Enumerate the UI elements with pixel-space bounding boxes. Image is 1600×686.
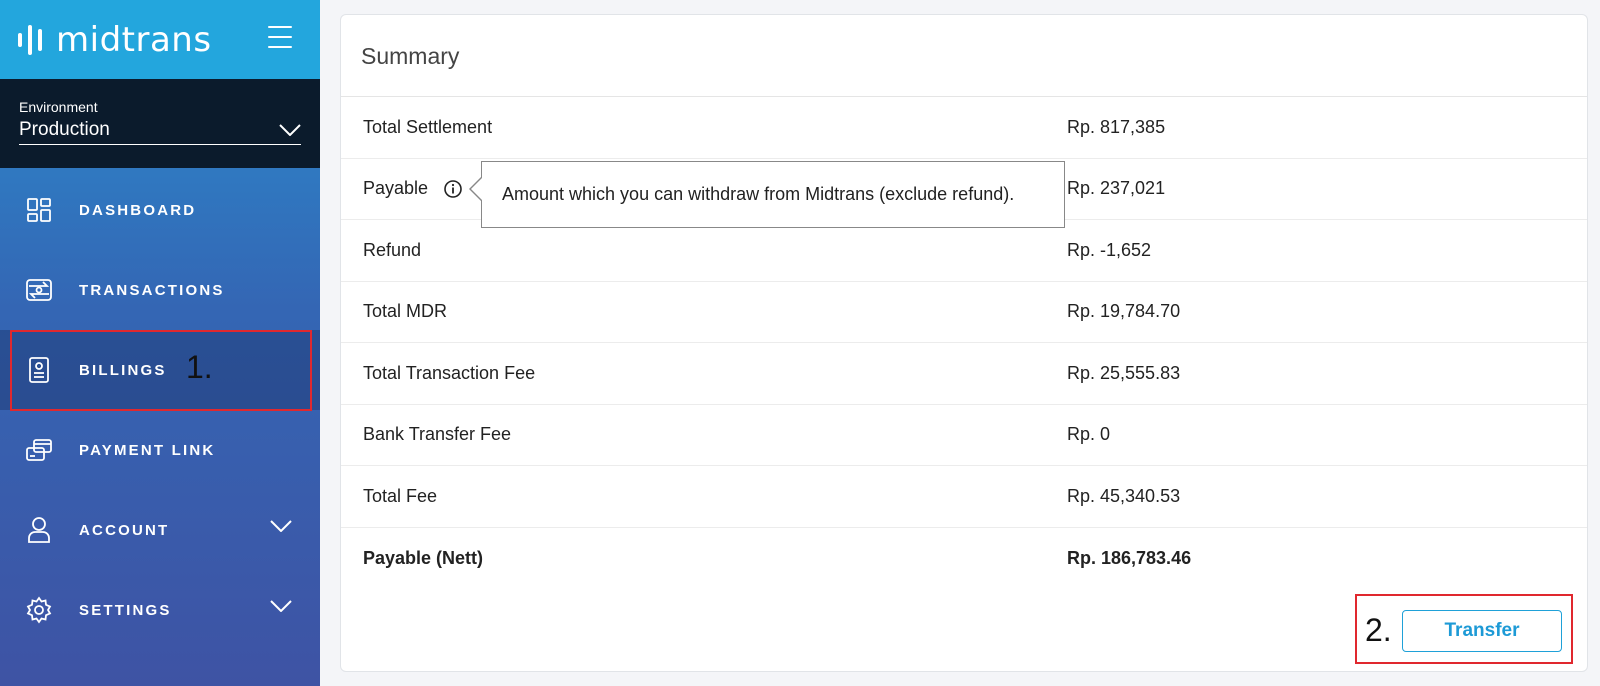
sidebar-item-label: SETTINGS xyxy=(79,601,172,619)
account-icon xyxy=(24,515,54,545)
row-value: Rp. 0 xyxy=(1067,424,1111,445)
row-value: Rp. 45,340.53 xyxy=(1067,485,1181,506)
chevron-down-icon xyxy=(270,600,292,612)
environment-label: Environment xyxy=(19,99,98,115)
environment-value: Production xyxy=(19,119,110,140)
row-label-with-info: Payable xyxy=(363,178,462,199)
settings-icon xyxy=(24,595,54,625)
table-row: Total MDR Rp. 19,784.70 xyxy=(341,282,1587,343)
sidebar: midtrans Environment Production DASHBOAR… xyxy=(0,0,320,686)
tooltip-arrow xyxy=(469,176,483,202)
dashboard-icon xyxy=(24,195,54,225)
sidebar-item-payment-link[interactable]: PAYMENT LINK xyxy=(0,410,320,490)
info-icon[interactable] xyxy=(444,179,462,198)
brand-name: midtrans xyxy=(56,19,212,60)
environment-selector: Environment Production xyxy=(0,79,320,168)
payment-link-icon xyxy=(24,435,54,465)
row-value: Rp. 25,555.83 xyxy=(1067,362,1181,383)
sidebar-item-label: ACCOUNT xyxy=(79,521,170,539)
row-value: Rp. 186,783.46 xyxy=(1067,547,1192,568)
sidebar-item-label: TRANSACTIONS xyxy=(79,281,225,299)
annotation-step-1: 1. xyxy=(186,349,213,385)
brand-bar: midtrans xyxy=(0,0,320,79)
sidebar-item-settings[interactable]: SETTINGS xyxy=(0,570,320,650)
row-label: Bank Transfer Fee xyxy=(363,424,512,445)
chevron-down-icon xyxy=(270,520,292,532)
table-row: Refund Rp. -1,652 xyxy=(341,220,1587,282)
row-value: Rp. -1,652 xyxy=(1067,239,1152,260)
row-label: Total Transaction Fee xyxy=(363,362,536,383)
payable-tooltip: Amount which you can withdraw from Midtr… xyxy=(469,161,1065,228)
table-row-total: Payable (Nett) Rp. 186,783.46 xyxy=(341,528,1587,590)
page-title: Summary xyxy=(341,15,1587,97)
table-row: Total Settlement Rp. 817,385 xyxy=(341,97,1587,159)
summary-card: Summary Total Settlement Rp. 817,385 Pay… xyxy=(340,14,1588,672)
annotation-highlight-billings xyxy=(10,330,312,411)
row-value: Rp. 817,385 xyxy=(1067,116,1166,137)
row-value: Rp. 19,784.70 xyxy=(1067,301,1181,322)
table-row: Total Transaction Fee Rp. 25,555.83 xyxy=(341,343,1587,405)
sidebar-item-transactions[interactable]: TRANSACTIONS xyxy=(0,250,320,330)
row-label-text: Payable xyxy=(363,178,429,199)
row-label: Refund xyxy=(363,239,422,260)
environment-dropdown[interactable]: Production xyxy=(19,119,301,145)
sidebar-item-dashboard[interactable]: DASHBOARD xyxy=(0,170,320,250)
row-label: Total Fee xyxy=(363,485,438,506)
hamburger-menu-icon[interactable] xyxy=(268,26,292,48)
chevron-down-icon xyxy=(279,124,301,136)
row-label: Total Settlement xyxy=(363,116,493,137)
table-row: Bank Transfer Fee Rp. 0 xyxy=(341,405,1587,466)
tooltip-text: Amount which you can withdraw from Midtr… xyxy=(502,184,1015,204)
transactions-icon xyxy=(24,275,54,305)
row-label: Payable (Nett) xyxy=(363,547,484,568)
row-value: Rp. 237,021 xyxy=(1067,178,1166,199)
row-label: Total MDR xyxy=(363,301,448,322)
sidebar-item-label: DASHBOARD xyxy=(79,201,197,219)
transfer-button[interactable]: Transfer xyxy=(1402,610,1562,652)
sidebar-item-account[interactable]: ACCOUNT xyxy=(0,490,320,570)
sidebar-item-label: PAYMENT LINK xyxy=(79,441,216,459)
annotation-step-2: 2. xyxy=(1365,612,1392,648)
table-row: Total Fee Rp. 45,340.53 xyxy=(341,466,1587,528)
midtrans-logo-icon xyxy=(18,24,42,55)
